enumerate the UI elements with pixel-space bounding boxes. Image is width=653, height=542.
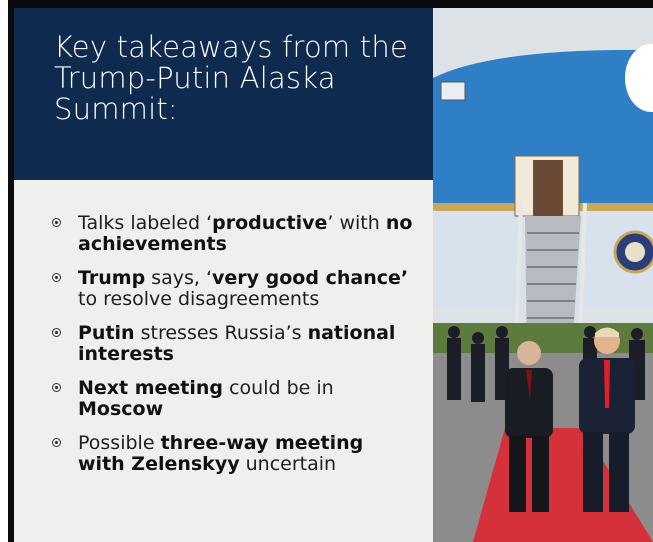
takeaway-emphasis: very good chance’ xyxy=(212,267,409,289)
slide-title: Key takeaways from the Trump-Putin Alask… xyxy=(54,30,408,126)
takeaway-item: Talks labeled ‘productive’ with no achie… xyxy=(14,213,433,255)
takeaway-text: stresses Russia’s xyxy=(134,322,308,344)
takeaway-emphasis: productive xyxy=(212,212,328,234)
takeaway-emphasis: Next meeting xyxy=(78,377,224,399)
bullet-icon xyxy=(52,218,61,227)
takeaway-text: uncertain xyxy=(239,453,337,475)
takeaway-item: Next meeting could be in Moscow xyxy=(14,378,433,420)
takeaway-text: Possible xyxy=(78,432,161,454)
takeaway-text: says, ‘ xyxy=(145,267,213,289)
takeaway-text: could be in xyxy=(223,377,334,399)
takeaway-emphasis: Putin xyxy=(78,322,135,344)
takeaway-emphasis: Trump xyxy=(78,267,146,289)
takeaway-emphasis: Moscow xyxy=(78,398,164,420)
bullet-icon xyxy=(52,273,61,282)
takeaway-item: Possible three-way meeting with Zelensky… xyxy=(14,433,433,475)
takeaways-list: Talks labeled ‘productive’ with no achie… xyxy=(14,213,433,488)
slide-frame: Key takeaways from the Trump-Putin Alask… xyxy=(8,0,653,542)
takeaway-text: to resolve disagreements xyxy=(78,288,320,310)
takeaway-item: Trump says, ‘very good chance’ to resolv… xyxy=(14,268,433,310)
takeaway-text: Talks labeled ‘ xyxy=(78,212,213,234)
bullet-icon xyxy=(52,438,61,447)
takeaway-text: ’ with xyxy=(327,212,386,234)
air-force-one-summit-photo xyxy=(433,8,653,542)
bullet-icon xyxy=(52,328,61,337)
takeaway-item: Putin stresses Russia’s national interes… xyxy=(14,323,433,365)
takeaways-panel: Key takeaways from the Trump-Putin Alask… xyxy=(14,8,433,542)
summit-photo xyxy=(433,8,653,542)
bullet-icon xyxy=(52,383,61,392)
title-banner: Key takeaways from the Trump-Putin Alask… xyxy=(14,8,433,180)
